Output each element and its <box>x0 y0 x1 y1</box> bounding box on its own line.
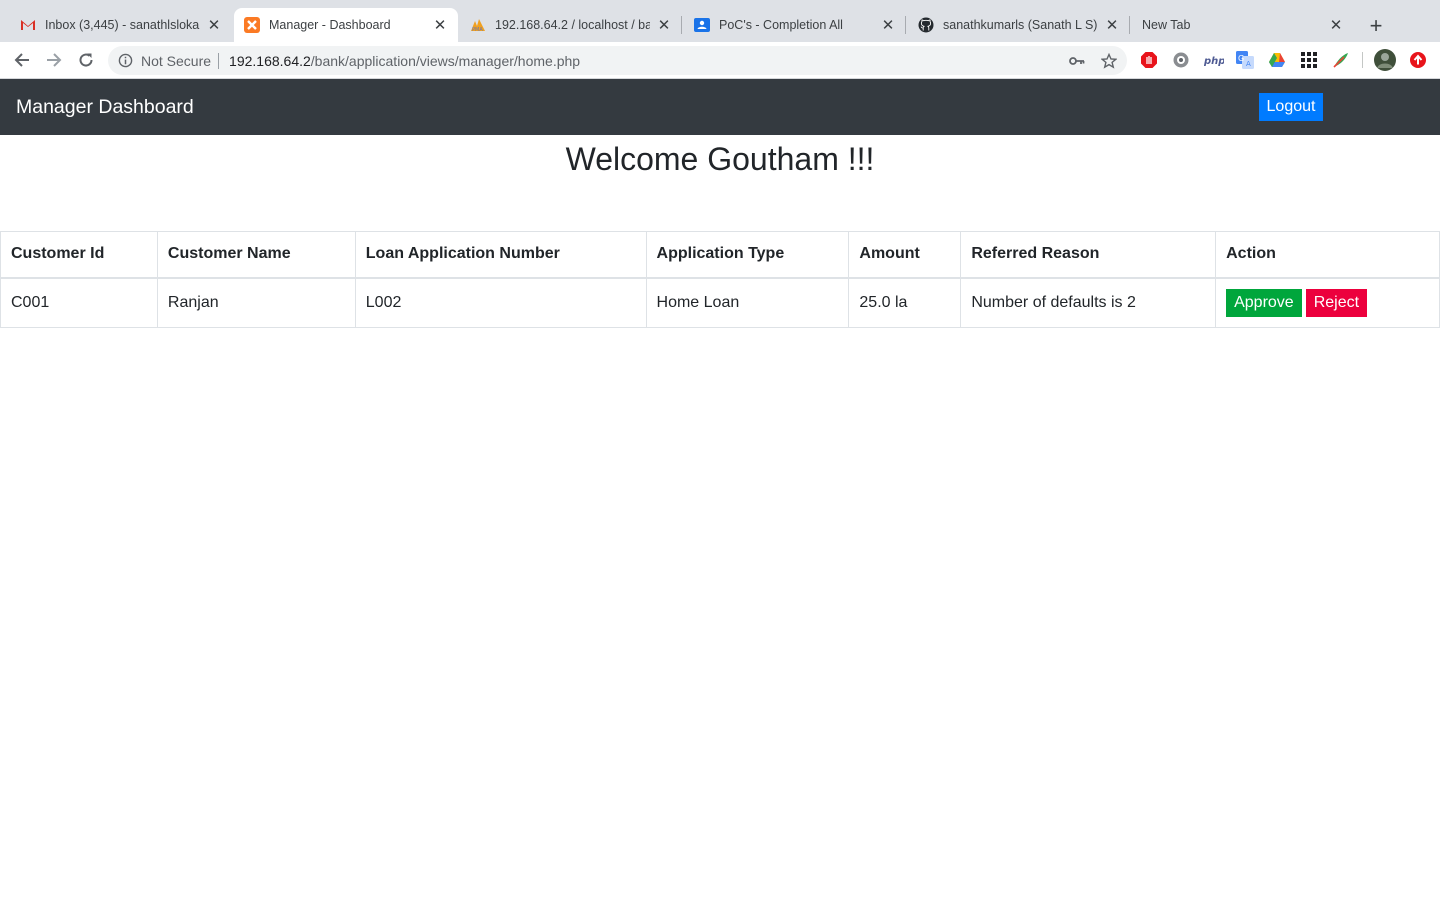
column-header-action: Action <box>1215 231 1440 279</box>
translate-icon[interactable]: GA <box>1236 51 1254 69</box>
close-icon[interactable]: ✕ <box>1104 17 1120 34</box>
key-icon[interactable] <box>1068 52 1086 70</box>
cell-amount: 25.0 la <box>848 277 962 328</box>
column-header-application-type: Application Type <box>645 231 850 279</box>
tab-title: sanathkumarls (Sanath L S) <box>943 18 1098 32</box>
update-icon[interactable] <box>1409 51 1427 69</box>
gmail-icon <box>20 17 36 33</box>
svg-text:php: php <box>1204 56 1224 66</box>
tab-title: New Tab <box>1142 18 1191 32</box>
table-header-row: Customer Id Customer Name Loan Applicati… <box>0 231 1440 279</box>
tab-phpmyadmin[interactable]: PMA 192.168.64.2 / localhost / ban ✕ <box>460 8 682 42</box>
cell-loan-number: L002 <box>354 277 647 328</box>
xampp-icon <box>244 17 260 33</box>
cell-action: Approve Reject <box>1215 277 1440 328</box>
tab-separator <box>1129 16 1130 34</box>
close-icon[interactable]: ✕ <box>206 17 222 34</box>
back-button[interactable] <box>10 48 34 72</box>
loan-applications-table: Customer Id Customer Name Loan Applicati… <box>0 231 1440 328</box>
top-navbar: Manager Dashboard Logout <box>0 79 1440 135</box>
drive-extension-icon[interactable] <box>1268 51 1286 69</box>
svg-text:A: A <box>1246 60 1251 68</box>
apps-grid-icon[interactable] <box>1300 51 1318 69</box>
toolbar-divider <box>1362 52 1363 68</box>
cell-referred-reason: Number of defaults is 2 <box>960 277 1217 328</box>
feather-icon[interactable] <box>1332 51 1350 69</box>
address-divider <box>218 52 220 69</box>
tab-separator <box>681 16 682 34</box>
close-icon[interactable]: ✕ <box>432 17 448 34</box>
forward-button[interactable] <box>42 48 66 72</box>
forward-arrow-icon <box>47 53 62 67</box>
new-tab-button[interactable]: + <box>1362 12 1390 40</box>
tab-title: 192.168.64.2 / localhost / ban <box>495 18 650 32</box>
column-header-loan-application-number: Loan Application Number <box>354 231 647 279</box>
tab-poc-completion[interactable]: PoC's - Completion All ✕ <box>684 8 906 42</box>
settings-extension-icon[interactable] <box>1172 51 1190 69</box>
column-header-customer-name: Customer Name <box>156 231 356 279</box>
svg-text:G: G <box>1238 54 1244 63</box>
cell-customer-name: Ranjan <box>156 277 356 328</box>
cell-application-type: Home Loan <box>645 277 850 328</box>
reload-icon <box>79 53 93 67</box>
approve-button[interactable]: Approve <box>1226 288 1302 317</box>
browser-toolbar: Not Secure 192.168.64.2/bank/application… <box>0 42 1440 79</box>
info-icon[interactable] <box>118 53 133 68</box>
table-row: C001 Ranjan L002 Home Loan 25.0 la Numbe… <box>0 277 1440 328</box>
tab-github[interactable]: sanathkumarls (Sanath L S) ✕ <box>908 8 1130 42</box>
close-icon[interactable]: ✕ <box>880 17 896 34</box>
adblock-icon[interactable] <box>1140 51 1158 69</box>
column-header-customer-id: Customer Id <box>0 231 158 279</box>
url-path: /bank/application/views/manager/home.php <box>310 52 581 69</box>
cell-customer-id: C001 <box>0 277 158 328</box>
reload-button[interactable] <box>74 48 98 72</box>
close-icon[interactable]: ✕ <box>1328 17 1344 34</box>
tab-title: Manager - Dashboard <box>269 18 391 32</box>
welcome-heading: Welcome Goutham !!! <box>565 141 875 177</box>
phpmyadmin-icon: PMA <box>470 17 486 33</box>
svg-text:PMA: PMA <box>472 27 483 32</box>
close-icon[interactable]: ✕ <box>656 17 672 34</box>
column-header-amount: Amount <box>848 231 962 279</box>
logout-button[interactable]: Logout <box>1259 93 1323 121</box>
tab-separator <box>905 16 906 34</box>
php-icon[interactable]: php <box>1204 51 1224 69</box>
url-host: 192.168.64.2 <box>229 52 311 69</box>
tab-new-tab[interactable]: New Tab ✕ <box>1132 8 1354 42</box>
column-header-referred-reason: Referred Reason <box>960 231 1217 279</box>
github-icon <box>918 17 934 33</box>
tab-gmail[interactable]: Inbox (3,445) - sanathlslokan ✕ <box>10 8 232 42</box>
security-label: Not Secure <box>141 52 212 69</box>
browser-tab-strip: Inbox (3,445) - sanathlslokan ✕ Manager … <box>0 0 1440 42</box>
bookmark-star-icon[interactable] <box>1100 52 1118 70</box>
avatar[interactable] <box>1374 49 1396 71</box>
reject-button[interactable]: Reject <box>1305 288 1368 317</box>
navbar-brand[interactable]: Manager Dashboard <box>16 96 194 119</box>
address-bar[interactable]: Not Secure 192.168.64.2/bank/application… <box>108 46 1127 75</box>
tab-title: PoC's - Completion All <box>719 18 843 32</box>
back-arrow-icon <box>14 53 29 67</box>
tab-manager-dashboard[interactable]: Manager - Dashboard ✕ <box>234 8 458 42</box>
tab-title: Inbox (3,445) - sanathlslokan <box>45 18 200 32</box>
google-drive-icon <box>694 17 710 33</box>
